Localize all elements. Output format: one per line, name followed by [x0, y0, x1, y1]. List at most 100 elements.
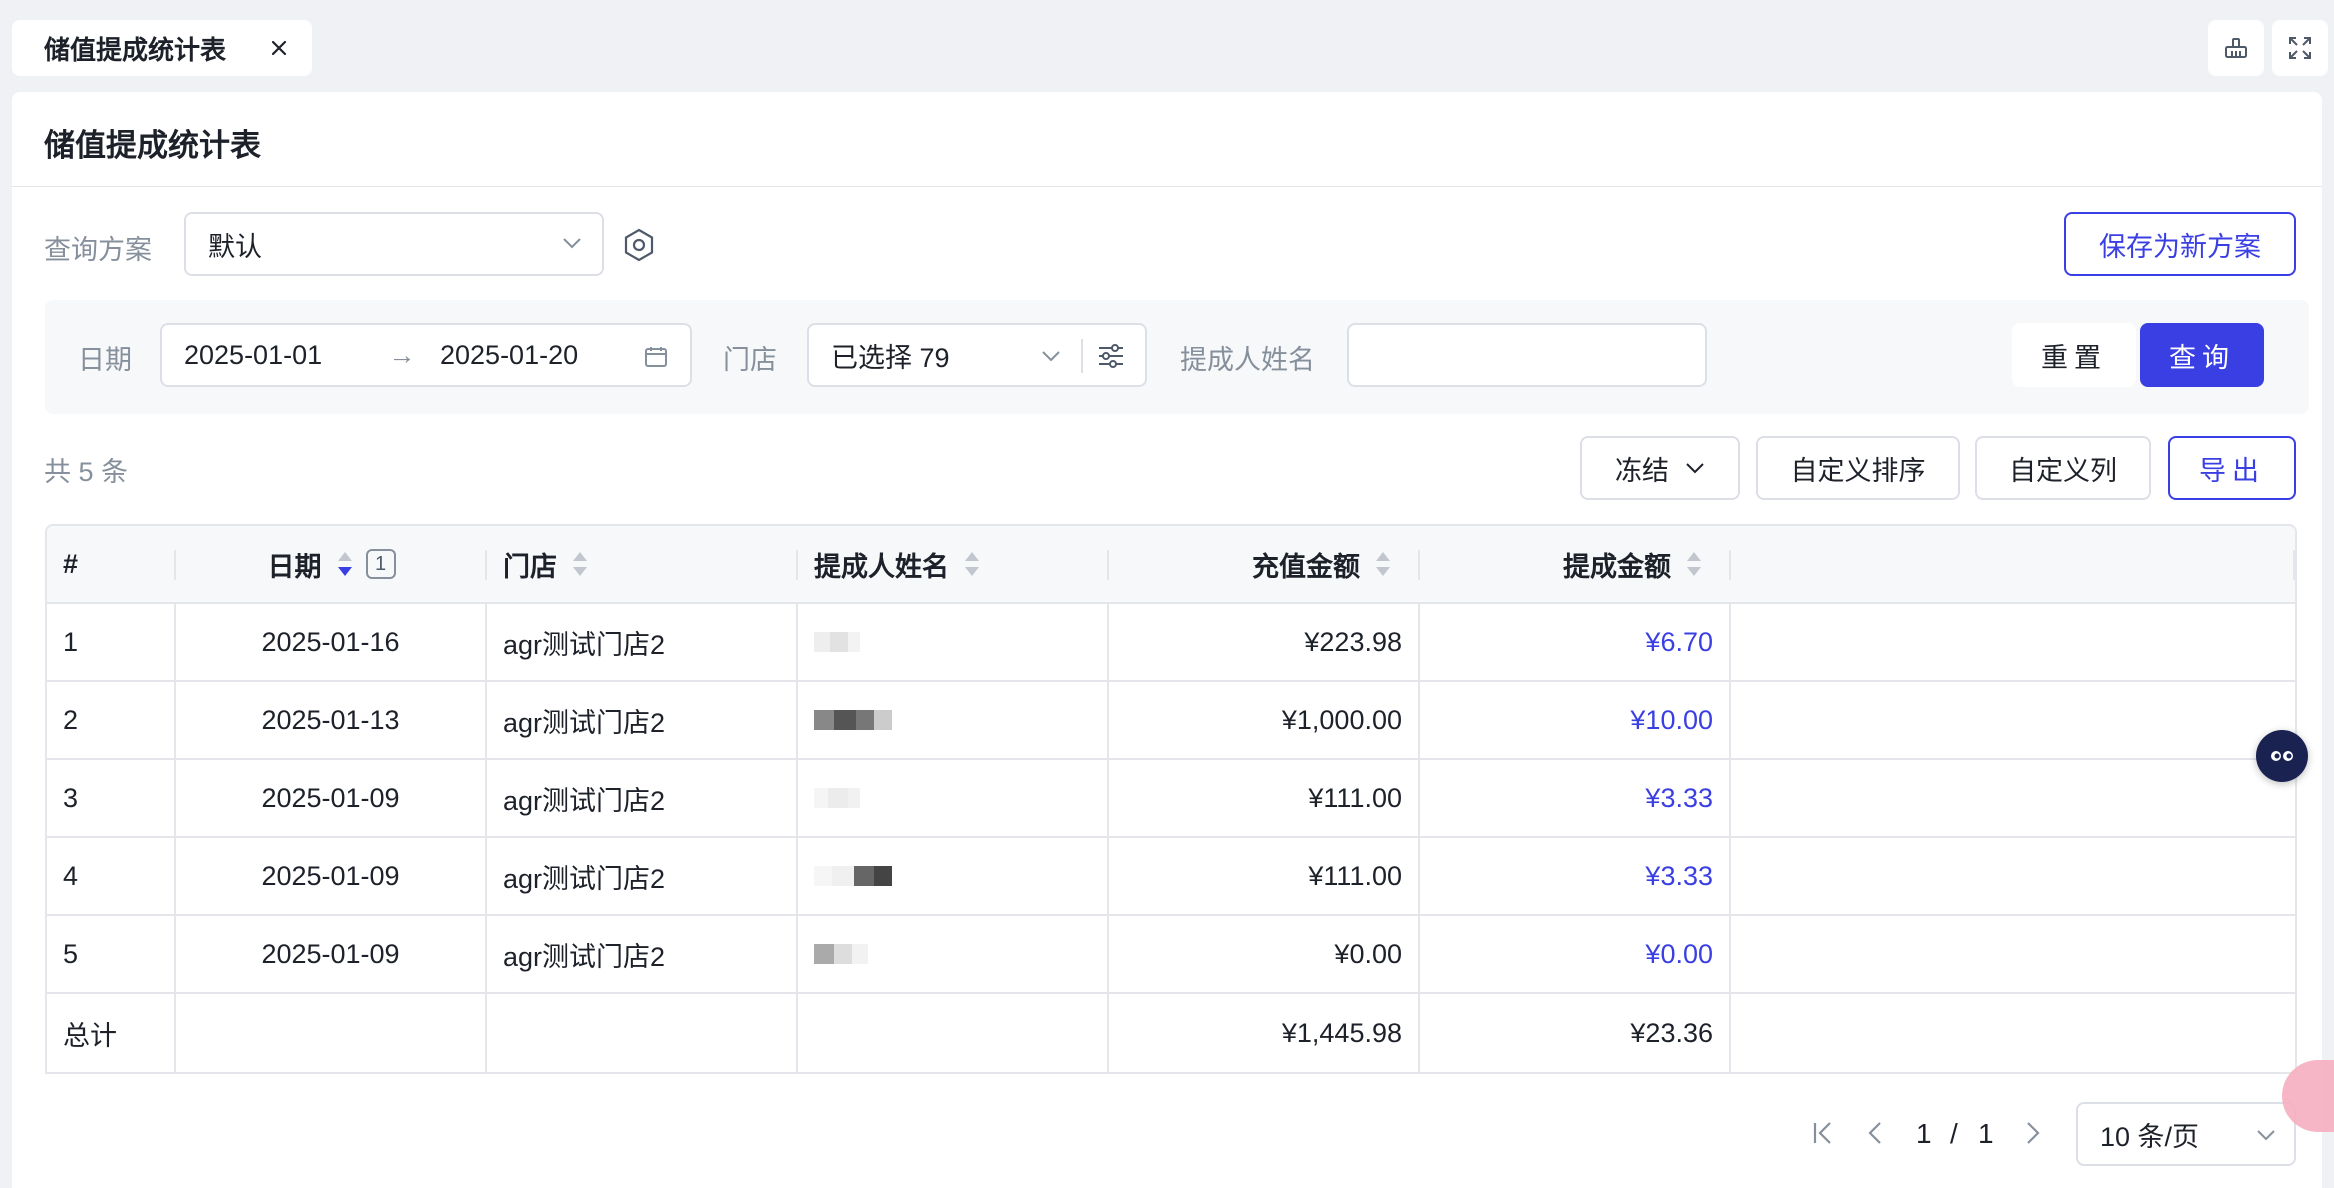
- chevron-down-icon: [2257, 1130, 2275, 1141]
- next-page-icon[interactable]: [2024, 1120, 2042, 1146]
- tab-bar: 储值提成统计表: [0, 0, 2334, 88]
- first-page-icon[interactable]: [1812, 1120, 1834, 1146]
- select-divider: [1081, 339, 1083, 373]
- filter-sliders-icon[interactable]: [1097, 343, 1125, 369]
- sort-icon[interactable]: [571, 549, 589, 579]
- table-header-row: # 日期 1 门店 提成人姓名 充值金额 提成金额: [47, 526, 2295, 604]
- page-size-select[interactable]: 10 条/页: [2076, 1102, 2296, 1166]
- cell-store: agr测试门店2: [487, 604, 798, 680]
- cell-index: 2: [47, 682, 176, 758]
- cell-spacer: [1731, 604, 2295, 680]
- date-range-separator: →: [388, 339, 416, 370]
- cell-date: 2025-01-16: [176, 604, 487, 680]
- reset-button[interactable]: 重置: [2012, 323, 2136, 387]
- chevron-down-icon: [1686, 463, 1704, 474]
- store-select[interactable]: 已选择 79: [807, 323, 1147, 387]
- table-row[interactable]: 2 2025-01-13 agr测试门店2 ¥1,000.00 ¥10.00: [47, 682, 2295, 760]
- date-start-value[interactable]: 2025-01-01: [184, 340, 364, 371]
- commission-table: # 日期 1 门店 提成人姓名 充值金额 提成金额 1 2025-01-16 a…: [45, 524, 2297, 1074]
- cell-spacer: [1731, 760, 2295, 836]
- custom-sort-button[interactable]: 自定义排序: [1756, 436, 1960, 500]
- store-filter-label: 门店: [723, 345, 777, 375]
- settings-hexagon-icon[interactable]: [622, 228, 656, 262]
- tab-label: 储值提成统计表: [44, 34, 227, 65]
- freeze-dropdown-button[interactable]: 冻结: [1580, 436, 1740, 500]
- cell-spacer: [1731, 838, 2295, 914]
- calendar-icon: [645, 347, 667, 367]
- pager-current[interactable]: 1: [1916, 1118, 1932, 1150]
- freeze-label: 冻结: [1615, 455, 1669, 486]
- cell-spacer: [1731, 916, 2295, 992]
- assistant-bot-button[interactable]: [2256, 730, 2308, 782]
- col-header-commission[interactable]: 提成金额: [1420, 526, 1731, 602]
- date-end-value[interactable]: 2025-01-20: [440, 340, 578, 371]
- close-icon[interactable]: [270, 39, 288, 57]
- cell-person-redacted: [798, 604, 1109, 680]
- date-range-picker[interactable]: 2025-01-01 → 2025-01-20: [160, 323, 692, 387]
- cell-index: 3: [47, 760, 176, 836]
- page-title: 储值提成统计表: [44, 128, 261, 163]
- cell-commission: ¥0.00: [1420, 916, 1731, 992]
- custom-columns-button[interactable]: 自定义列: [1975, 436, 2151, 500]
- cell-store: agr测试门店2: [487, 838, 798, 914]
- cell-spacer: [1731, 994, 2295, 1072]
- cell-person-redacted: [798, 838, 1109, 914]
- cell-empty: [176, 994, 487, 1072]
- sort-icon[interactable]: [963, 549, 981, 579]
- pager-total: 1: [1978, 1118, 1994, 1149]
- table-row[interactable]: 1 2025-01-16 agr测试门店2 ¥223.98 ¥6.70: [47, 604, 2295, 682]
- sort-priority-badge: 1: [365, 549, 396, 579]
- cell-empty: [487, 994, 798, 1072]
- search-button[interactable]: 查询: [2140, 323, 2264, 387]
- cell-spacer: [1731, 682, 2295, 758]
- table-row[interactable]: 3 2025-01-09 agr测试门店2 ¥111.00 ¥3.33: [47, 760, 2295, 838]
- table-row[interactable]: 5 2025-01-09 agr测试门店2 ¥0.00 ¥0.00: [47, 916, 2295, 994]
- cell-empty: [798, 994, 1109, 1072]
- table-row[interactable]: 4 2025-01-09 agr测试门店2 ¥111.00 ¥3.33: [47, 838, 2295, 916]
- table-total-row: 总计 ¥1,445.98 ¥23.36: [47, 994, 2295, 1072]
- pager-separator: /: [1950, 1118, 1958, 1149]
- cell-person-redacted: [798, 760, 1109, 836]
- record-count: 共 5 条: [44, 457, 129, 487]
- export-button[interactable]: 导出: [2168, 436, 2296, 500]
- cell-total-recharge: ¥1,445.98: [1109, 994, 1420, 1072]
- col-header-recharge[interactable]: 充值金额: [1109, 526, 1420, 602]
- chevron-down-icon: [563, 238, 581, 249]
- clear-cache-button[interactable]: [2208, 20, 2264, 76]
- cell-date: 2025-01-09: [176, 916, 487, 992]
- save-new-scheme-button[interactable]: 保存为新方案: [2064, 212, 2296, 276]
- person-filter-label: 提成人姓名: [1180, 345, 1315, 375]
- cell-commission: ¥10.00: [1420, 682, 1731, 758]
- cell-date: 2025-01-09: [176, 760, 487, 836]
- cell-date: 2025-01-13: [176, 682, 487, 758]
- cell-recharge: ¥111.00: [1109, 838, 1420, 914]
- expand-icon: [2289, 37, 2311, 59]
- cell-person-redacted: [798, 916, 1109, 992]
- cell-index: 4: [47, 838, 176, 914]
- cell-store: agr测试门店2: [487, 916, 798, 992]
- cell-store: agr测试门店2: [487, 682, 798, 758]
- sort-icon[interactable]: [1374, 549, 1392, 579]
- prev-page-icon[interactable]: [1866, 1120, 1884, 1146]
- query-scheme-label: 查询方案: [44, 235, 152, 265]
- cell-commission: ¥6.70: [1420, 604, 1731, 680]
- query-scheme-select[interactable]: 默认: [184, 212, 604, 276]
- col-header-date[interactable]: 日期 1: [176, 526, 487, 602]
- query-scheme-value: 默认: [208, 231, 262, 262]
- cell-person-redacted: [798, 682, 1109, 758]
- page-size-value: 10 条/页: [2100, 1121, 2200, 1152]
- col-header-person[interactable]: 提成人姓名: [798, 526, 1109, 602]
- date-filter-label: 日期: [78, 345, 132, 375]
- person-name-input[interactable]: [1347, 323, 1707, 387]
- cell-recharge: ¥223.98: [1109, 604, 1420, 680]
- cell-index: 1: [47, 604, 176, 680]
- cell-commission: ¥3.33: [1420, 838, 1731, 914]
- fullscreen-button[interactable]: [2272, 20, 2328, 76]
- sort-icon[interactable]: [1685, 549, 1703, 579]
- cell-date: 2025-01-09: [176, 838, 487, 914]
- sort-desc-icon[interactable]: [336, 549, 354, 579]
- col-header-index: #: [47, 526, 176, 602]
- col-header-store[interactable]: 门店: [487, 526, 798, 602]
- cell-total-label: 总计: [47, 994, 176, 1072]
- tab-recharge-commission[interactable]: 储值提成统计表: [12, 20, 312, 76]
